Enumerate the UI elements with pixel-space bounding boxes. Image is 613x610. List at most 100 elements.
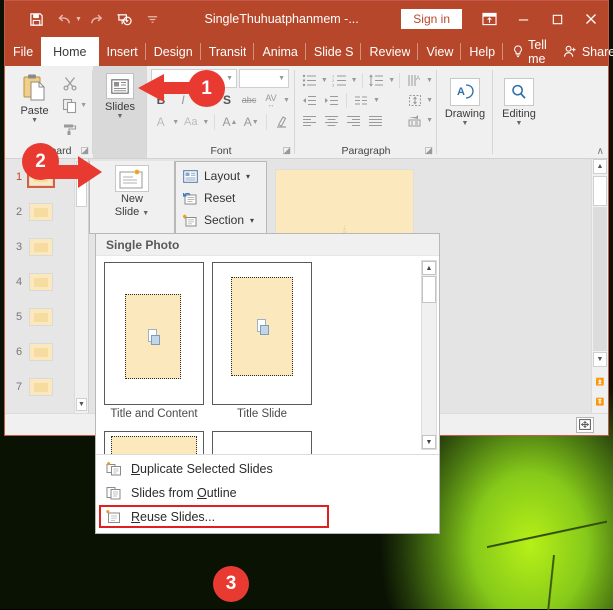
sign-in-button[interactable]: Sign in <box>401 9 462 29</box>
font-color-button[interactable]: A <box>151 112 170 132</box>
canvas-scroll-up-icon[interactable]: ▲ <box>593 159 607 174</box>
convert-to-smartart-button[interactable] <box>404 111 425 130</box>
tab-home[interactable]: Home <box>41 37 99 66</box>
font-size-input[interactable]: ▼ <box>239 69 289 88</box>
customize-qat-icon[interactable] <box>140 6 166 32</box>
layout-menu-button[interactable]: Layout ▾ <box>176 165 266 187</box>
bullets-button[interactable] <box>299 71 320 90</box>
tab-animations[interactable]: Anima <box>254 37 307 66</box>
gallery-scrollbar[interactable]: ▲ ▼ <box>421 260 437 450</box>
change-case-dropdown-icon[interactable]: ▼ <box>202 119 209 126</box>
annotation-badge-1: 1 <box>188 70 225 107</box>
align-text-dropdown-icon[interactable]: ▼ <box>426 97 433 104</box>
fit-slide-to-window-button[interactable] <box>576 416 594 433</box>
align-left-button[interactable] <box>299 111 320 130</box>
change-case-button[interactable]: Aa <box>181 112 200 132</box>
text-direction-button[interactable]: A <box>404 71 425 90</box>
next-slide-button[interactable]: ⏬ <box>593 394 607 409</box>
numbering-dropdown-icon[interactable]: ▼ <box>351 77 358 84</box>
slides-dropdown-icon[interactable]: ▼ <box>117 113 124 121</box>
canvas-scrollbar[interactable]: ▲ ▼ ⏫ ⏬ <box>591 159 608 413</box>
tab-insert[interactable]: Insert <box>99 37 147 66</box>
collapse-ribbon-button[interactable]: ∧ <box>597 146 604 157</box>
layout-placeholder <box>124 294 182 379</box>
gallery-scroll-thumb[interactable] <box>422 276 436 303</box>
section-submenu-icon[interactable]: ▾ <box>250 216 254 225</box>
decrease-font-size-button[interactable]: A ▼ <box>242 112 261 132</box>
justify-button[interactable] <box>365 111 386 130</box>
slides-label: Slides <box>105 101 135 113</box>
section-menu-button[interactable]: Section ▾ <box>176 209 266 231</box>
editing-button[interactable]: Editing ▼ <box>497 74 541 143</box>
slides-from-outline-item[interactable]: Slides from Outline <box>96 481 439 505</box>
paste-button[interactable]: Paste ▼ <box>9 69 60 143</box>
increase-indent-button[interactable] <box>321 91 342 110</box>
maximize-button[interactable] <box>540 2 574 36</box>
tab-slide-show[interactable]: Slide S <box>306 37 362 66</box>
paragraph-dialog-launcher-icon[interactable]: ◪ <box>424 145 433 156</box>
paste-dropdown-icon[interactable]: ▼ <box>31 117 38 125</box>
font-name-dropdown-icon[interactable]: ▼ <box>226 75 233 82</box>
columns-button[interactable] <box>351 91 372 110</box>
tab-review[interactable]: Review <box>361 37 419 66</box>
canvas-scroll-thumb[interactable] <box>593 176 607 206</box>
layout-option-title-slide[interactable]: Title Slide <box>212 262 312 423</box>
tab-design[interactable]: Design <box>146 37 201 66</box>
smartart-dropdown-icon[interactable]: ▼ <box>426 117 433 124</box>
strikethrough-button[interactable]: abc <box>239 90 259 110</box>
canvas-scroll-track[interactable] <box>593 207 607 351</box>
increase-font-size-button[interactable]: A ▲ <box>220 112 239 132</box>
duplicate-selected-slides-item[interactable]: Duplicate Selected Slides <box>96 457 439 481</box>
tab-file[interactable]: File <box>5 37 41 66</box>
line-spacing-dropdown-icon[interactable]: ▼ <box>388 77 395 84</box>
layout-option-custom-layout[interactable]: Custom Layout <box>104 431 204 454</box>
gallery-scroll-down-icon[interactable]: ▼ <box>422 435 436 449</box>
undo-icon[interactable] <box>51 6 77 32</box>
reset-menu-button[interactable]: Reset <box>176 187 266 209</box>
gallery-scroll-up-icon[interactable]: ▲ <box>422 261 436 275</box>
font-color-dropdown-icon[interactable]: ▼ <box>172 119 179 126</box>
numbering-button[interactable]: 123 <box>329 71 350 90</box>
copy-dropdown-icon[interactable]: ▼ <box>80 102 87 109</box>
reuse-slides-item[interactable]: Reuse Slides... <box>96 505 439 529</box>
font-size-dropdown-icon[interactable]: ▼ <box>278 75 285 82</box>
cut-button[interactable] <box>60 72 89 93</box>
minimize-button[interactable] <box>506 2 540 36</box>
tell-me-box[interactable]: Tell me <box>503 37 557 66</box>
share-button[interactable]: Share <box>557 37 613 66</box>
layout-submenu-icon[interactable]: ▾ <box>246 172 250 181</box>
close-button[interactable] <box>574 2 608 36</box>
align-center-button[interactable] <box>321 111 342 130</box>
align-text-button[interactable] <box>404 91 425 110</box>
character-spacing-dropdown-icon[interactable]: ▼ <box>283 97 290 104</box>
save-icon[interactable] <box>23 6 49 32</box>
layout-option-row2-1[interactable] <box>212 431 312 454</box>
editing-dropdown-icon[interactable]: ▼ <box>516 120 523 128</box>
undo-dropdown-icon[interactable]: ▼ <box>75 16 82 23</box>
canvas-scroll-down-icon[interactable]: ▼ <box>593 352 607 367</box>
decrease-indent-button[interactable] <box>299 91 320 110</box>
drawing-button[interactable]: A Drawing ▼ <box>441 74 489 143</box>
previous-slide-button[interactable]: ⏫ <box>593 374 607 389</box>
tab-view[interactable]: View <box>418 37 462 66</box>
columns-dropdown-icon[interactable]: ▼ <box>373 97 380 104</box>
drawing-dropdown-icon[interactable]: ▼ <box>462 120 469 128</box>
layout-option-title-and-content[interactable]: Title and Content <box>104 262 204 423</box>
clear-formatting-button[interactable] <box>272 112 291 132</box>
ribbon-display-options-icon[interactable] <box>472 2 506 36</box>
font-dialog-launcher-icon[interactable]: ◪ <box>282 145 291 156</box>
text-direction-dropdown-icon[interactable]: ▼ <box>426 77 433 84</box>
align-right-button[interactable] <box>343 111 364 130</box>
bullets-dropdown-icon[interactable]: ▼ <box>321 77 328 84</box>
redo-icon[interactable] <box>84 6 110 32</box>
new-slide-dropdown-icon[interactable]: ▼ <box>142 210 149 217</box>
format-painter-button[interactable] <box>60 118 89 139</box>
line-spacing-button[interactable] <box>366 71 387 90</box>
tab-transitions[interactable]: Transit <box>201 37 255 66</box>
slide-pane-scroll-down-icon[interactable]: ▼ <box>76 398 87 411</box>
character-spacing-button[interactable]: AV ↔ <box>261 90 281 110</box>
slide-pane-scrollbar[interactable]: ▼ <box>74 159 88 413</box>
copy-button[interactable]: ▼ <box>60 95 89 116</box>
tab-help[interactable]: Help <box>461 37 503 66</box>
start-presentation-icon[interactable] <box>112 6 138 32</box>
